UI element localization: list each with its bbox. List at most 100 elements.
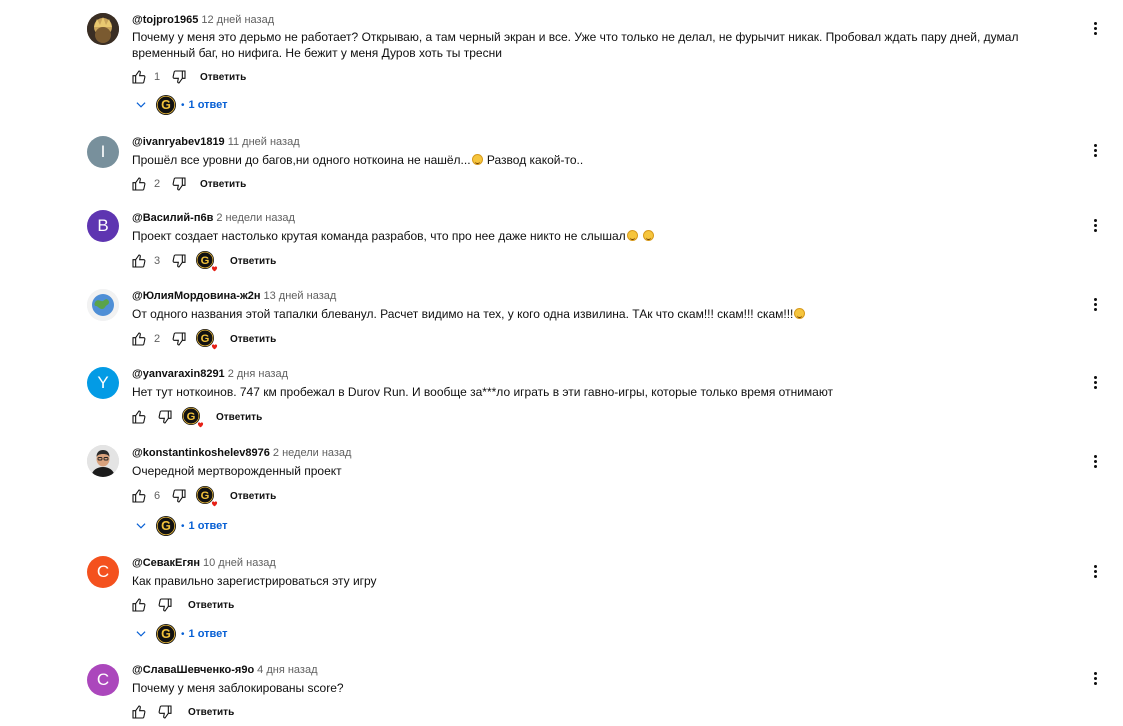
reply-button[interactable]: Ответить	[230, 491, 276, 502]
comment-text: Почему у меня заблокированы score?	[132, 681, 344, 695]
thumb-down-icon[interactable]	[170, 252, 188, 270]
avatar-letter: Y	[97, 373, 109, 392]
creator-heart-icon	[197, 421, 204, 429]
svg-text:G: G	[201, 490, 210, 502]
comment-time[interactable]: 2 дня назад	[228, 368, 288, 380]
svg-text:G: G	[161, 519, 171, 533]
author-name[interactable]: @yanvaraxin8291	[132, 368, 225, 380]
thumb-up-icon[interactable]	[130, 252, 148, 270]
thumb-down-icon[interactable]	[170, 175, 188, 193]
svg-text:G: G	[201, 333, 210, 345]
svg-text:G: G	[161, 98, 171, 112]
avatar[interactable]: B	[87, 210, 119, 242]
separator-dot: •	[181, 99, 185, 111]
avatar[interactable]: C	[87, 556, 119, 588]
author-name[interactable]: @СлаваШевченко-я9о	[132, 664, 254, 676]
comment-text-part: Проект создает настолько крутая команда …	[132, 229, 626, 243]
more-options-icon[interactable]	[1088, 561, 1102, 581]
comment-time[interactable]: 2 недели назад	[216, 212, 295, 224]
thumb-down-icon[interactable]	[156, 596, 174, 614]
comment-time[interactable]: 10 дней назад	[203, 557, 276, 569]
reply-button[interactable]: Ответить	[188, 707, 234, 718]
smile-emoji-icon	[794, 308, 806, 319]
comment-time[interactable]: 13 дней назад	[264, 290, 337, 302]
chevron-down-icon	[136, 523, 146, 529]
more-options-icon[interactable]	[1088, 140, 1102, 160]
avatar-letter: C	[96, 670, 110, 689]
reply-button[interactable]: Ответить	[188, 600, 234, 611]
comment-actions: 2 Ответить	[130, 174, 246, 194]
reply-button[interactable]: Ответить	[230, 256, 276, 267]
thumb-up-icon[interactable]	[130, 408, 148, 426]
thumb-up-icon[interactable]	[130, 487, 148, 505]
thumb-down-icon[interactable]	[156, 408, 174, 426]
comment-header: @konstantinkoshelev8976 2 недели назад	[132, 446, 351, 460]
more-options-icon[interactable]	[1088, 668, 1102, 688]
view-replies-button[interactable]: G • 1 ответ	[134, 514, 228, 538]
thumb-down-icon[interactable]	[170, 68, 188, 86]
reply-button[interactable]: Ответить	[200, 179, 246, 190]
view-replies-button[interactable]: G • 1 ответ	[134, 622, 228, 646]
thumb-down-icon[interactable]	[156, 703, 174, 721]
person-photo-icon	[87, 445, 119, 477]
like-count: 3	[154, 255, 161, 267]
svg-text:G: G	[161, 627, 171, 641]
comment-time[interactable]: 12 дней назад	[201, 14, 274, 26]
creator-heart-badge: G	[196, 251, 218, 273]
comment-header: @ivanryabev1819 11 дней назад	[132, 135, 300, 149]
reply-button[interactable]: Ответить	[216, 412, 262, 423]
author-name[interactable]: @СевакЕгян	[132, 557, 200, 569]
comment-header: @yanvaraxin8291 2 дня назад	[132, 367, 288, 381]
smile-emoji-icon	[471, 154, 483, 165]
smile-emoji-icon	[643, 230, 655, 241]
comment-actions: 1 Ответить	[130, 67, 246, 87]
thumb-down-icon[interactable]	[170, 330, 188, 348]
avatar[interactable]	[87, 445, 119, 477]
more-options-icon[interactable]	[1088, 294, 1102, 314]
thumb-up-icon[interactable]	[130, 175, 148, 193]
author-name[interactable]: @ЮлияМордовина-ж2н	[132, 290, 261, 302]
creator-heart-badge: G	[182, 407, 204, 429]
view-replies-button[interactable]: G • 1 ответ	[134, 93, 228, 117]
author-name[interactable]: @konstantinkoshelev8976	[132, 447, 270, 459]
reply-count[interactable]: 1 ответ	[189, 520, 228, 532]
avatar[interactable]: Y	[87, 367, 119, 399]
reply-button[interactable]: Ответить	[230, 334, 276, 345]
avatar[interactable]	[87, 13, 119, 45]
comment-text-part: Развод какой-то..	[483, 153, 584, 167]
comment-time[interactable]: 11 дней назад	[228, 136, 300, 148]
comment-time[interactable]: 2 недели назад	[273, 447, 352, 459]
creator-heart-icon	[211, 265, 218, 273]
thumb-up-icon[interactable]	[130, 596, 148, 614]
comment-actions: Ответить	[130, 595, 234, 615]
comment-text: От одного названия этой тапалки блеванул…	[132, 306, 1077, 322]
author-name[interactable]: @ivanryabev1819	[132, 136, 225, 148]
thumb-up-icon[interactable]	[130, 703, 148, 721]
thumb-up-icon[interactable]	[130, 68, 148, 86]
g-logo-icon: G	[156, 516, 176, 536]
more-options-icon[interactable]	[1088, 372, 1102, 392]
more-options-icon[interactable]	[1088, 451, 1102, 471]
author-name[interactable]: @tojpro1965	[132, 14, 198, 26]
creator-heart-badge: G	[196, 486, 218, 508]
author-name[interactable]: @Василий-п6в	[132, 212, 213, 224]
comment-header: @Василий-п6в 2 недели назад	[132, 211, 295, 225]
comment-header: @СлаваШевченко-я9о 4 дня назад	[132, 663, 318, 677]
comment-text: Прошёл все уровни до багов,ни одного нот…	[132, 152, 1077, 168]
g-logo-icon: G	[156, 624, 176, 644]
avatar[interactable]: I	[87, 136, 119, 168]
comment-text: Проект создает настолько крутая команда …	[132, 228, 1077, 244]
comment-text: Почему у меня это дерьмо не работает? От…	[132, 30, 1019, 60]
comment-text: Нет тут ноткоинов. 747 км пробежал в Dur…	[132, 385, 834, 399]
reply-button[interactable]: Ответить	[200, 72, 246, 83]
comment-time[interactable]: 4 дня назад	[257, 664, 317, 676]
like-count: 1	[154, 71, 161, 83]
avatar[interactable]: C	[87, 664, 119, 696]
thumb-up-icon[interactable]	[130, 330, 148, 348]
avatar[interactable]	[87, 289, 119, 321]
reply-count[interactable]: 1 ответ	[189, 99, 228, 111]
more-options-icon[interactable]	[1088, 18, 1102, 38]
reply-count[interactable]: 1 ответ	[189, 628, 228, 640]
thumb-down-icon[interactable]	[170, 487, 188, 505]
more-options-icon[interactable]	[1088, 215, 1102, 235]
